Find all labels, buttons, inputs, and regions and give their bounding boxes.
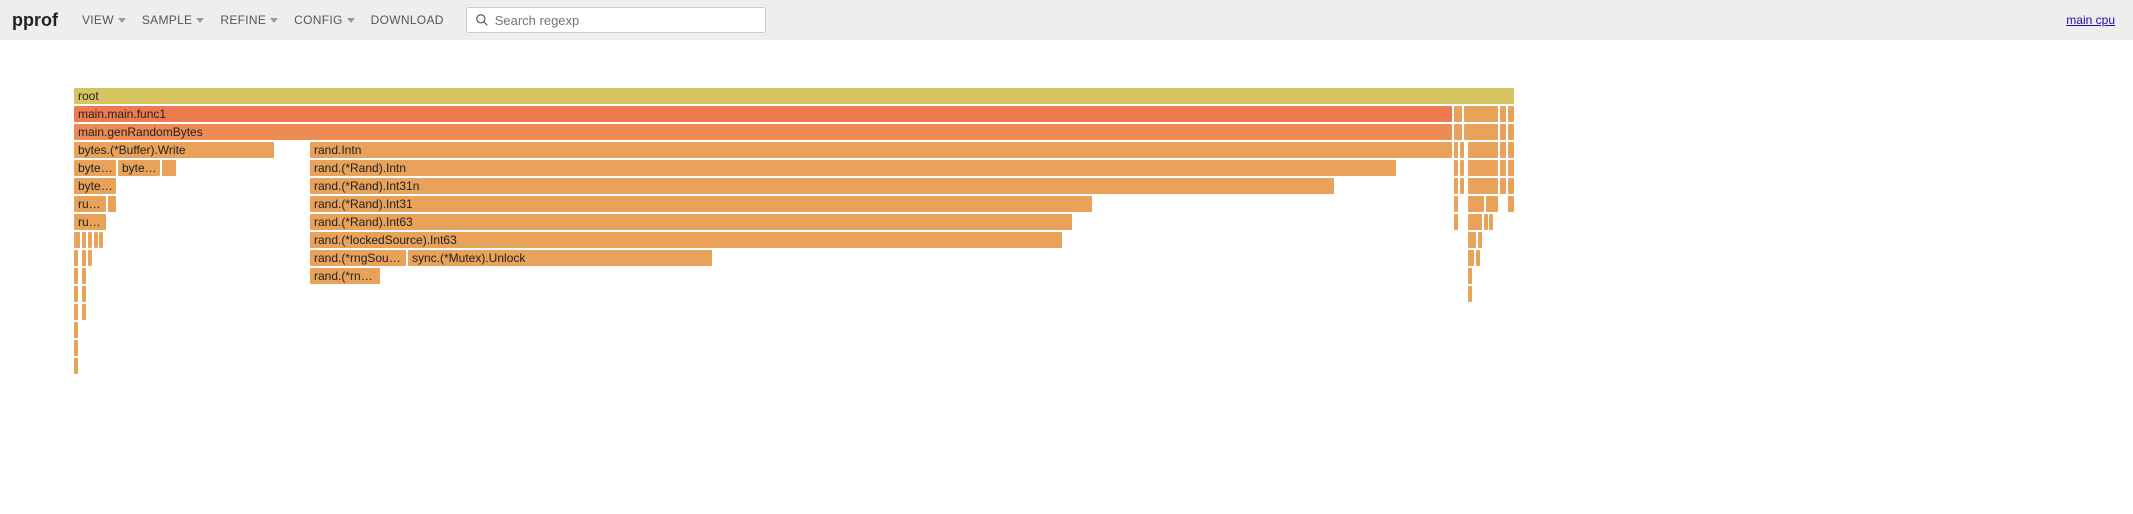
flame-bar[interactable]: run… — [74, 196, 106, 212]
flame-sliver[interactable] — [1476, 250, 1480, 266]
menu-label: SAMPLE — [142, 13, 193, 27]
flame-sliver[interactable] — [1460, 160, 1464, 176]
search-wrap[interactable] — [466, 7, 766, 33]
chevron-down-icon — [196, 18, 204, 23]
flame-sliver[interactable] — [74, 304, 78, 320]
flame-bar[interactable]: rand.(*Rand).Int63 — [310, 214, 1072, 230]
profile-link[interactable]: main cpu — [2066, 13, 2115, 27]
flame-sliver[interactable] — [1468, 250, 1474, 266]
flame-sliver[interactable] — [82, 286, 86, 302]
flame-sliver[interactable] — [1508, 196, 1514, 212]
flame-sliver[interactable] — [1454, 196, 1458, 212]
flame-sliver[interactable] — [74, 250, 78, 266]
navbar: pprof VIEW SAMPLE REFINE CONFIG DOWNLOAD mai… — [0, 0, 2133, 40]
flame-sliver[interactable] — [1508, 142, 1514, 158]
flame-bar[interactable]: rand.(*lockedSource).Int63 — [310, 232, 1062, 248]
flame-sliver[interactable] — [74, 286, 78, 302]
menu-item-download[interactable]: DOWNLOAD — [363, 7, 452, 33]
menu-label: REFINE — [220, 13, 266, 27]
menu-label: CONFIG — [294, 13, 342, 27]
flame-sliver[interactable] — [1468, 142, 1498, 158]
search-input[interactable] — [489, 13, 757, 28]
flame-sliver[interactable] — [1454, 160, 1458, 176]
flame-sliver[interactable] — [1468, 196, 1484, 212]
flame-sliver[interactable] — [1454, 142, 1458, 158]
flame-sliver[interactable] — [74, 358, 78, 374]
flame-sliver[interactable] — [1464, 106, 1498, 122]
flame-bar[interactable]: sync.(*Mutex).Unlock — [408, 250, 712, 266]
menu-item-view[interactable]: VIEW — [74, 7, 134, 33]
flame-sliver[interactable] — [82, 232, 86, 248]
flame-sliver[interactable] — [1460, 178, 1464, 194]
flame-sliver[interactable] — [1500, 106, 1506, 122]
flame-sliver[interactable] — [82, 304, 86, 320]
flame-sliver[interactable] — [1468, 232, 1476, 248]
flame-sliver[interactable] — [1508, 160, 1514, 176]
flame-sliver[interactable] — [108, 196, 116, 212]
flame-sliver[interactable] — [1454, 124, 1462, 140]
menu-item-config[interactable]: CONFIG — [286, 7, 362, 33]
flame-bar[interactable]: main.main.func1 — [74, 106, 1452, 122]
flame-bar[interactable]: rand.(*Rand).Intn — [310, 160, 1396, 176]
menu-label: DOWNLOAD — [371, 13, 444, 27]
flame-bar[interactable]: root — [74, 88, 1514, 104]
flame-sliver[interactable] — [1468, 268, 1472, 284]
flame-bar[interactable]: rand.(*Rand).Int31n — [310, 178, 1334, 194]
flame-sliver[interactable] — [99, 232, 103, 248]
menu-label: VIEW — [82, 13, 114, 27]
flame-sliver[interactable] — [1486, 196, 1498, 212]
flame-sliver[interactable] — [74, 322, 78, 338]
brand: pprof — [12, 10, 58, 31]
flame-bar[interactable]: bytes.(*Buffer).Write — [74, 142, 274, 158]
flame-sliver[interactable] — [1468, 286, 1472, 302]
flame-sliver[interactable] — [1478, 232, 1482, 248]
flame-sliver[interactable] — [1500, 142, 1506, 158]
flame-sliver[interactable] — [1460, 142, 1464, 158]
chevron-down-icon — [118, 18, 126, 23]
flame-sliver[interactable] — [88, 232, 92, 248]
flame-sliver[interactable] — [1500, 178, 1506, 194]
flame-bar[interactable]: rand.Intn — [310, 142, 1452, 158]
flame-sliver[interactable] — [1508, 106, 1514, 122]
menu-bar: VIEW SAMPLE REFINE CONFIG DOWNLOAD — [74, 7, 452, 33]
flame-bar[interactable]: bytes… — [74, 160, 116, 176]
chevron-down-icon — [270, 18, 278, 23]
flame-sliver[interactable] — [1454, 214, 1458, 230]
flame-sliver[interactable] — [94, 232, 98, 248]
flame-sliver[interactable] — [1508, 178, 1514, 194]
flame-sliver[interactable] — [1508, 124, 1514, 140]
flame-sliver[interactable] — [1464, 124, 1498, 140]
flame-bar[interactable]: rand.(*rn… — [310, 268, 380, 284]
flame-sliver[interactable] — [1484, 214, 1488, 230]
flame-sliver[interactable] — [1454, 178, 1458, 194]
flame-sliver[interactable] — [74, 340, 78, 356]
flame-sliver[interactable] — [74, 268, 78, 284]
search-icon — [475, 13, 489, 27]
menu-item-refine[interactable]: REFINE — [212, 7, 286, 33]
flame-bar[interactable]: rand.(*Rand).Int31 — [310, 196, 1092, 212]
flame-bar[interactable]: run… — [74, 214, 106, 230]
flame-sliver[interactable] — [1500, 124, 1506, 140]
menu-item-sample[interactable]: SAMPLE — [134, 7, 213, 33]
flame-sliver[interactable] — [1489, 214, 1493, 230]
flame-bar[interactable]: rand.(*rngSou… — [310, 250, 406, 266]
flame-sliver[interactable] — [1468, 214, 1482, 230]
flame-bar[interactable]: main.genRandomBytes — [74, 124, 1452, 140]
flame-sliver[interactable] — [82, 268, 86, 284]
flame-sliver[interactable] — [82, 250, 86, 266]
chevron-down-icon — [347, 18, 355, 23]
flame-sliver[interactable] — [1454, 106, 1462, 122]
flame-sliver[interactable] — [1468, 178, 1498, 194]
flame-sliver[interactable] — [162, 160, 176, 176]
flame-bar[interactable]: bytes… — [74, 178, 116, 194]
flame-sliver[interactable] — [1500, 160, 1506, 176]
flame-sliver[interactable] — [74, 232, 80, 248]
flamegraph-stage[interactable]: root main.main.func1 main.genRandomBytes by… — [74, 88, 1514, 376]
flame-sliver[interactable] — [88, 250, 92, 266]
flame-sliver[interactable] — [1468, 160, 1498, 176]
flame-bar[interactable]: byte… — [118, 160, 160, 176]
